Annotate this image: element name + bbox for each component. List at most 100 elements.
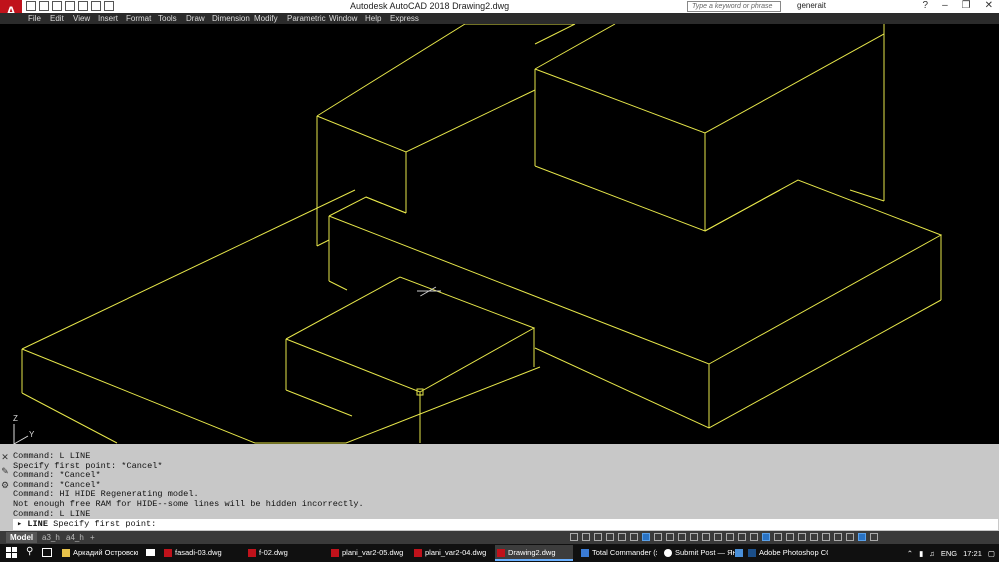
minimize-icon[interactable]: – <box>942 0 948 11</box>
command-window: ✕ ✎ ⚙ Command: L LINE Specify first point:… <box>0 444 999 531</box>
open-icon[interactable] <box>39 1 49 11</box>
search-input[interactable]: Type a keyword or phrase <box>687 1 781 12</box>
snap-icon[interactable] <box>582 533 590 541</box>
taskbar-item[interactable]: plani_var2-04.dwg <box>412 545 490 561</box>
mail-icon[interactable] <box>146 549 155 556</box>
tab-a3-h[interactable]: a3_h <box>38 532 64 543</box>
help-icon[interactable]: ? <box>923 0 929 11</box>
command-prompt-icon: ▸ <box>17 519 28 529</box>
task-view-icon[interactable] <box>42 548 52 557</box>
menu-insert[interactable]: Insert <box>98 13 118 24</box>
menu-help[interactable]: Help <box>365 13 381 24</box>
window-controls: ? – ❐ ✕ <box>923 0 993 11</box>
save-icon[interactable] <box>52 1 62 11</box>
ucs-z-label: Z <box>13 414 18 423</box>
quick-properties-icon[interactable] <box>810 533 818 541</box>
new-icon[interactable] <box>26 1 36 11</box>
menu-tools[interactable]: Tools <box>158 13 177 24</box>
graphics-performance-icon[interactable] <box>846 533 854 541</box>
osnap-tracking-icon[interactable] <box>630 533 638 541</box>
command-name: LINE <box>27 519 48 529</box>
selection-filter-icon[interactable] <box>714 533 722 541</box>
taskbar-item[interactable]: plani_var2-05.dwg <box>329 545 407 561</box>
taskbar-item[interactable]: Аркадий Островски... <box>60 545 138 561</box>
annotation-scale-icon[interactable] <box>762 533 770 541</box>
transparency-icon[interactable] <box>666 533 674 541</box>
history-line: Not enough free RAM for HIDE--some lines… <box>13 498 364 509</box>
autoscale-icon[interactable] <box>750 533 758 541</box>
menu-window[interactable]: Window <box>329 13 357 24</box>
taskbar-item[interactable]: Adobe Photoshop CC... <box>746 545 828 561</box>
gizmo-icon[interactable] <box>726 533 734 541</box>
menu-format[interactable]: Format <box>126 13 151 24</box>
slab-edges <box>21 348 541 444</box>
isometric-drawing <box>21 23 943 444</box>
menu-file[interactable]: File <box>28 13 41 24</box>
taskbar-item[interactable]: fasadi-03.dwg <box>162 545 240 561</box>
menu-parametric[interactable]: Parametric <box>287 13 326 24</box>
isolate-objects-icon[interactable] <box>834 533 842 541</box>
annotation-visibility-icon[interactable] <box>738 533 746 541</box>
search-icon[interactable]: ⚲ <box>26 546 33 557</box>
command-input[interactable]: ▸ LINE Specify first point: <box>13 519 998 530</box>
isodraft-icon[interactable] <box>618 533 626 541</box>
taskbar-app-icon[interactable] <box>735 549 743 557</box>
menu-draw[interactable]: Draw <box>186 13 205 24</box>
tall-box-right <box>534 23 616 70</box>
units-icon[interactable] <box>798 533 806 541</box>
menu-edit[interactable]: Edit <box>50 13 64 24</box>
status-bar-toggles <box>570 533 878 541</box>
small-box <box>285 276 536 393</box>
close-icon[interactable]: ✕ <box>985 0 993 11</box>
plot-icon[interactable] <box>78 1 88 11</box>
taskbar-item[interactable]: f-02.dwg <box>246 545 324 561</box>
menu-express[interactable]: Express <box>390 13 419 24</box>
total-commander-icon <box>581 549 589 557</box>
save-as-icon[interactable] <box>65 1 75 11</box>
ucs-y-label: Y <box>29 430 35 439</box>
menu-modify[interactable]: Modify <box>254 13 278 24</box>
lock-ui-icon[interactable] <box>822 533 830 541</box>
command-window-handle[interactable]: ✕ ✎ ⚙ <box>0 450 10 530</box>
polar-icon[interactable] <box>606 533 614 541</box>
autocad-icon <box>414 549 422 557</box>
menu-dimension[interactable]: Dimension <box>212 13 250 24</box>
dynamic-ucs-icon[interactable] <box>702 533 710 541</box>
window-title: Autodesk AutoCAD 2018 Drawing2.dwg <box>350 1 510 11</box>
tab-model[interactable]: Model <box>6 532 38 543</box>
notifications-icon[interactable]: ▢ <box>988 549 995 558</box>
menu-view[interactable]: View <box>73 13 90 24</box>
taskbar-item-active[interactable]: Drawing2.dwg <box>495 545 573 561</box>
language-indicator[interactable]: ENG <box>941 549 957 558</box>
drawing-canvas[interactable]: Z Y X <box>0 23 999 457</box>
3d-osnap-icon[interactable] <box>690 533 698 541</box>
workspace-icon[interactable] <box>774 533 782 541</box>
tray-chevron-icon[interactable]: ⌃ <box>907 549 913 558</box>
network-icon[interactable]: ▮ <box>919 549 923 558</box>
customization-icon[interactable] <box>870 533 878 541</box>
ortho-icon[interactable] <box>594 533 602 541</box>
redo-icon[interactable] <box>104 1 114 11</box>
grid-icon[interactable] <box>570 533 578 541</box>
middle-slab <box>328 196 407 217</box>
folder-icon <box>62 549 70 557</box>
yandex-browser-icon <box>664 549 672 557</box>
osnap-icon[interactable] <box>642 533 650 541</box>
taskbar-item[interactable]: Total Commander (x6... <box>579 545 657 561</box>
history-line: Command: HI HIDE Regenerating model. <box>13 489 199 500</box>
system-tray: ⌃ ▮ ♫ ENG 17:21 ▢ <box>907 545 995 561</box>
volume-icon[interactable]: ♫ <box>929 549 935 558</box>
menu-bar: File Edit View Insert Format Tools Draw … <box>0 13 999 24</box>
tab-a4-h[interactable]: a4_h <box>62 532 88 543</box>
tab-add-layout[interactable]: + <box>86 532 99 543</box>
user-name[interactable]: generait <box>797 1 826 10</box>
clock[interactable]: 17:21 <box>963 549 982 558</box>
annotation-monitor-icon[interactable] <box>786 533 794 541</box>
lineweight-icon[interactable] <box>654 533 662 541</box>
selection-cycling-icon[interactable] <box>678 533 686 541</box>
windows-start-icon[interactable] <box>6 547 18 559</box>
taskbar-item[interactable]: Submit Post — Яндек... <box>662 545 740 561</box>
restore-icon[interactable]: ❐ <box>962 0 971 11</box>
undo-icon[interactable] <box>91 1 101 11</box>
clean-screen-icon[interactable] <box>858 533 866 541</box>
